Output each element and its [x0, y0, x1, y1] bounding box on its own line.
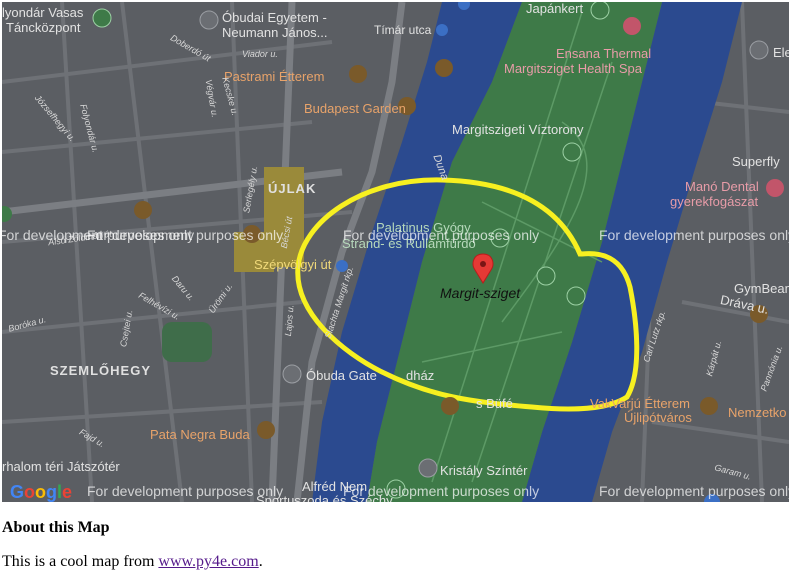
- place-label: Óbuda Gate: [306, 368, 377, 383]
- dev-watermark: For development purposes only: [599, 227, 789, 243]
- place-label: Pata Negra Buda: [150, 427, 250, 442]
- place-label: GymBeam: [734, 281, 789, 296]
- place-label: Óbudai Egyetem -: [222, 10, 327, 25]
- py4e-link[interactable]: www.py4e.com: [158, 553, 258, 570]
- place-label: Nemzetko: [728, 405, 787, 420]
- dev-watermark: For development purposes only: [343, 227, 540, 243]
- dev-watermark: For development purposes only: [599, 483, 789, 499]
- place-label: Ensana Thermal: [556, 46, 652, 61]
- place-label: VakVarjú Étterem: [590, 396, 690, 411]
- place-label: Tánc­központ: [6, 20, 81, 35]
- place-label: Manó Dental: [685, 179, 759, 194]
- dev-watermark: For development purposes only: [87, 483, 284, 499]
- about-heading: About this Map: [2, 519, 110, 536]
- place-label: dház: [406, 368, 435, 383]
- place-label: Japánkert: [526, 2, 584, 16]
- place-label: Margitsziget Health Spa: [504, 61, 643, 76]
- dev-watermark: For development purposes only: [87, 227, 284, 243]
- place-label: Kristály Színtér: [440, 463, 528, 478]
- place-label: lyondár Vasas: [2, 5, 84, 20]
- place-label: Superfly: [732, 154, 780, 169]
- place-label: Neumann János...: [222, 25, 328, 40]
- district-label: SZEMLŐHEGY: [50, 363, 152, 378]
- place-label: s Büfé: [476, 396, 513, 411]
- street-label: Viador u.: [242, 49, 278, 59]
- place-label: rhalom téri Játszótér: [2, 459, 120, 474]
- dev-watermark: For development purposes only: [343, 483, 540, 499]
- island-label: Margit-sziget: [440, 285, 521, 301]
- district-label: ÚJLAK: [268, 181, 317, 196]
- place-label: Újlipótváros: [624, 410, 692, 425]
- place-label: Budapest Garden: [304, 101, 406, 116]
- place-label: Pastrami Étterem: [224, 69, 325, 84]
- place-label: Ele: [773, 45, 789, 60]
- place-label: Margitszigeti Víztorony: [452, 122, 584, 137]
- place-label: Szépvölgyi út: [254, 257, 332, 272]
- about-text: This is a cool map from www.py4e.com.: [2, 553, 263, 570]
- google-logo: Google: [10, 482, 73, 502]
- place-label: gyerekfogászat: [670, 194, 759, 209]
- map-canvas: [2, 2, 789, 502]
- map-view[interactable]: lyondár Vasas Tánc­központ Óbudai Egyete…: [2, 2, 789, 502]
- place-label: Tímár utca: [374, 23, 432, 37]
